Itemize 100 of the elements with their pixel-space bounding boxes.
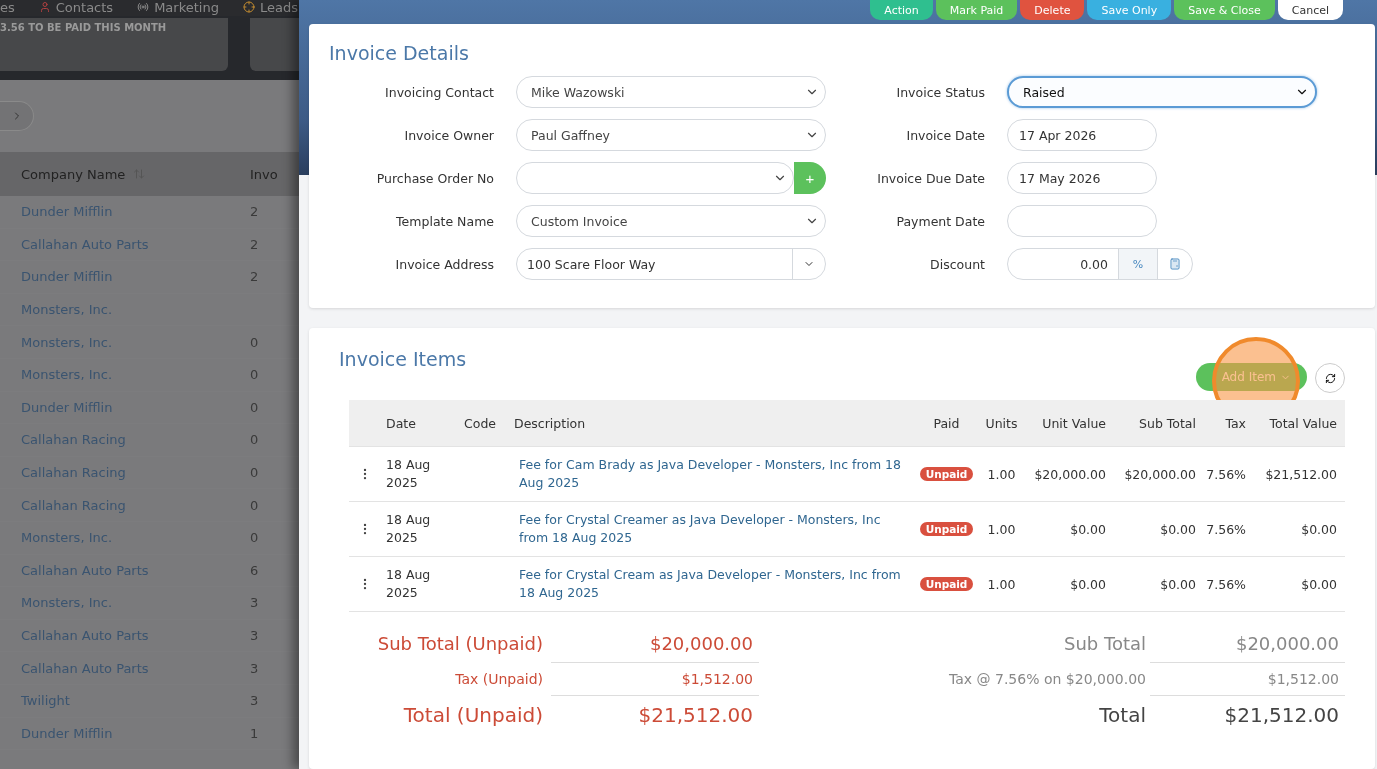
column-header: Units [984, 415, 1019, 431]
table-cell-text: $20,000.00 [1123, 466, 1197, 482]
column-header: Sub Total [1138, 415, 1197, 431]
status-badge: Unpaid [919, 467, 974, 481]
company-link[interactable]: Callahan Racing [0, 465, 250, 481]
table-cell-text: 18 Aug 2025 [385, 511, 432, 547]
company-link[interactable]: Callahan Auto Parts [0, 628, 250, 643]
company-link[interactable]: Dunder Mifflin [0, 725, 250, 741]
select-field[interactable]: Mike Wazowski [516, 76, 826, 108]
field-label: Invoicing Contact [384, 84, 494, 100]
section-title: Invoice Details [329, 42, 470, 64]
company-link[interactable]: Dunder Mifflin [0, 399, 250, 415]
action-button[interactable]: Delete [1020, 0, 1085, 20]
description-link[interactable]: Fee for Crystal Cream as Java Developer - Monsters, Inc from 18 Aug 2025 [514, 566, 914, 602]
company-link[interactable]: Monsters, Inc. [0, 302, 250, 318]
total-label: Total [1098, 702, 1147, 729]
table-cell-text: 18 Aug 2025 [385, 566, 432, 602]
table-cell: 3 [250, 595, 259, 611]
company-link[interactable]: Callahan Auto Parts [0, 236, 250, 252]
add-button[interactable]: + [794, 162, 826, 194]
column-header: Unit Value [1041, 415, 1107, 431]
nav-item[interactable]: Leads [242, 0, 298, 15]
table-cell-text: 1.00 [986, 576, 1017, 592]
table-cell: 0 [250, 432, 259, 448]
table-cell: 2 [250, 204, 259, 220]
company-link[interactable]: Monsters, Inc. [0, 367, 250, 383]
refresh-button[interactable] [1315, 363, 1345, 393]
field-label: Template Name [395, 213, 494, 229]
action-button[interactable]: Save & Close [1174, 0, 1275, 20]
company-link[interactable]: Monsters, Inc. [0, 530, 250, 546]
description-link[interactable]: Fee for Cam Brady as Java Developer - Monsters, Inc from 18 Aug 2025 [514, 456, 914, 492]
table-cell-text: 18 Aug 2025 [385, 456, 432, 492]
table-cell: 6 [250, 562, 259, 578]
company-link[interactable]: Callahan Auto Parts [0, 660, 250, 676]
column-header[interactable]: Invo [250, 166, 278, 182]
total-label: Sub Total [1062, 632, 1147, 656]
action-button[interactable]: Save Only [1087, 0, 1172, 20]
table-cell-text: $0.00 [1069, 576, 1107, 592]
discount-field[interactable]: 0.00 [1008, 256, 1118, 272]
total-value: $21,512.00 [637, 702, 754, 729]
section-title: Invoice Items [339, 348, 467, 370]
column-header: Code [464, 415, 497, 431]
company-link[interactable]: Callahan Racing [0, 432, 250, 448]
table-cell: 0 [250, 334, 259, 350]
action-button[interactable]: Action [870, 0, 933, 20]
company-link[interactable]: Callahan Auto Parts [0, 562, 250, 578]
table-cell-text: $0.00 [1159, 576, 1197, 592]
summary-card [250, 18, 299, 71]
table-cell-text: $21,512.00 [1264, 466, 1338, 482]
nav-item[interactable]: Marketing [137, 0, 219, 15]
company-link[interactable]: Dunder Mifflin [0, 269, 250, 285]
table-cell: 0 [250, 530, 259, 546]
nav-item[interactable]: es [0, 0, 15, 15]
action-button[interactable]: Cancel [1277, 0, 1343, 20]
total-label: Total (Unpaid) [402, 702, 544, 729]
company-link[interactable]: Callahan Racing [0, 497, 250, 513]
company-link[interactable]: Monsters, Inc. [0, 334, 250, 350]
select-field[interactable]: Paul Gaffney [516, 119, 826, 151]
nav-item[interactable]: Contacts [38, 0, 114, 15]
table-cell: 2 [250, 269, 259, 285]
percent-button[interactable]: % [1118, 249, 1157, 279]
table-cell: 0 [250, 367, 259, 383]
field-label: Invoice Date [905, 127, 985, 143]
refresh-icon[interactable] [1324, 372, 1336, 384]
table-cell-text: 1.00 [986, 466, 1017, 482]
table-cell-text: $0.00 [1159, 521, 1197, 537]
description-link[interactable]: Fee for Crystal Creamer as Java Developer - Monsters, Inc from 18 Aug 2025 [514, 511, 914, 547]
select-field[interactable]: Custom Invoice [516, 205, 826, 237]
add-item-button[interactable]: Add Item [1195, 363, 1307, 391]
total-label: Tax @ 7.56% on $20,000.00 [948, 670, 1147, 689]
field-label: Invoice Address [394, 256, 494, 272]
calculator-icon[interactable] [1169, 258, 1181, 270]
company-link[interactable]: Twilight [0, 693, 250, 709]
total-value: $20,000.00 [551, 626, 759, 663]
total-value: $21,512.00 [1223, 702, 1340, 729]
field-label: Invoice Due Date [876, 170, 985, 186]
status-badge: Unpaid [919, 522, 974, 536]
field-label: Discount [929, 256, 985, 272]
table-cell: 3 [250, 628, 259, 643]
contact-icon [38, 1, 51, 13]
company-link[interactable]: Monsters, Inc. [0, 595, 250, 611]
action-button[interactable]: Mark Paid [935, 0, 1018, 20]
table-cell-text: $20,000.00 [1033, 466, 1107, 482]
column-header[interactable]: Company Name [21, 166, 126, 182]
table-cell: 0 [250, 497, 259, 513]
table-cell: 1 [250, 725, 259, 741]
field-label: Payment Date [895, 213, 985, 229]
select-field[interactable] [516, 162, 794, 194]
target-icon [242, 1, 255, 13]
table-cell-text: 7.56% [1205, 576, 1247, 592]
field-label: Invoice Status [895, 84, 985, 100]
table-cell-text: $0.00 [1300, 576, 1338, 592]
total-value: $1,512.00 [1150, 663, 1345, 696]
column-header: Total Value [1268, 415, 1338, 431]
select-field[interactable]: Raised [1007, 76, 1317, 108]
company-link[interactable]: Dunder Mifflin [0, 204, 250, 220]
total-value: $1,512.00 [551, 663, 759, 696]
total-value: $20,000.00 [1150, 626, 1345, 663]
total-label: Sub Total (Unpaid) [376, 632, 544, 656]
summary-banner: 3.56 TO BE PAID THIS MONTH [0, 18, 228, 71]
